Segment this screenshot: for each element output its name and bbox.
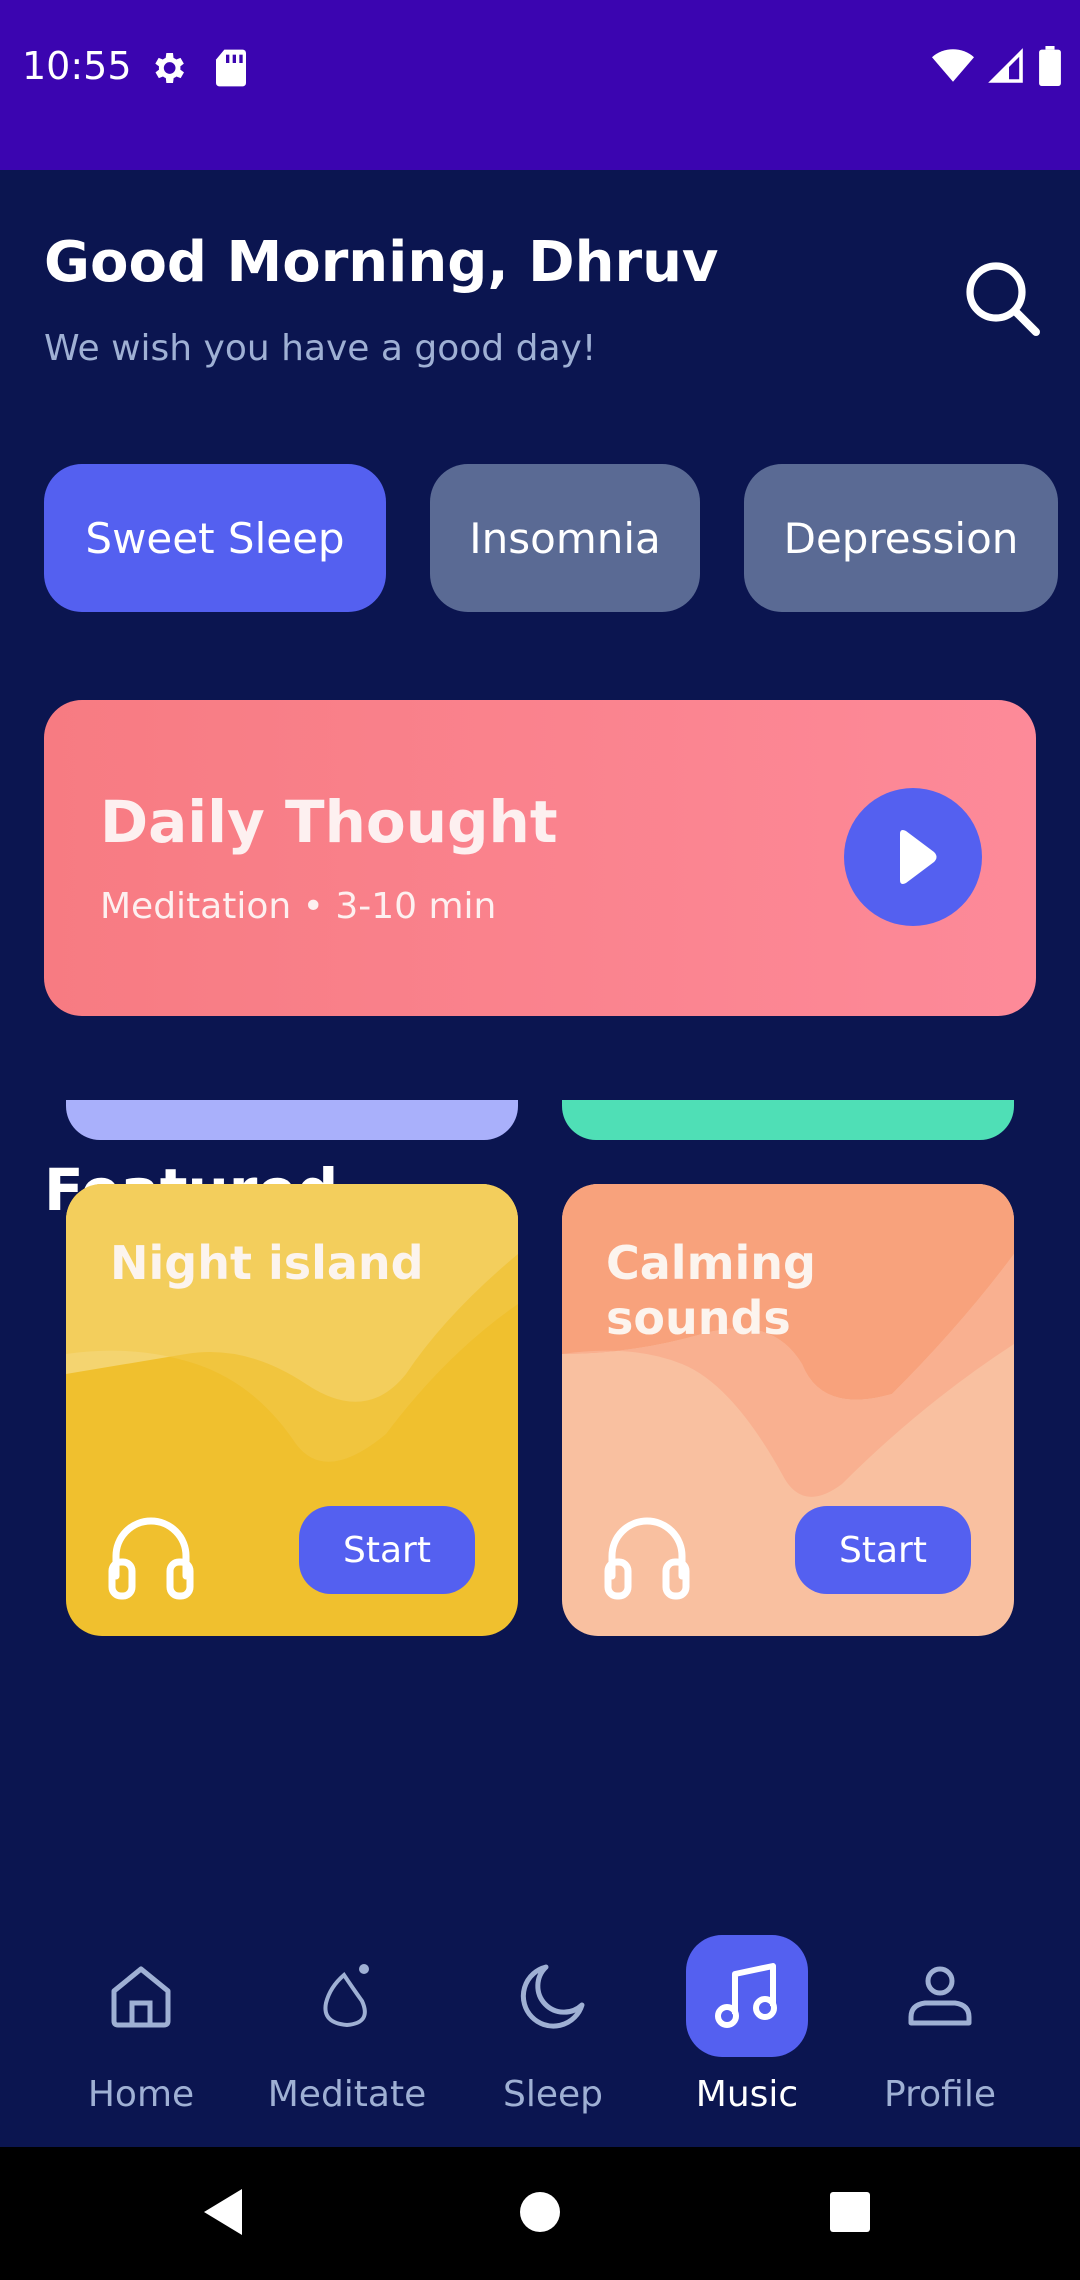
chip-sweet-sleep[interactable]: Sweet Sleep (44, 464, 386, 612)
featured-card-night-island[interactable]: Night island Start (66, 1184, 518, 1636)
nav-label: Sleep (502, 2074, 603, 2115)
start-button[interactable]: Start (299, 1506, 475, 1594)
nav-label: Music (695, 2074, 799, 2115)
nav-label: Profile (884, 2074, 996, 2115)
daily-thought-card[interactable]: Daily Thought Meditation • 3-10 min (44, 700, 1036, 1016)
featured-peek-card-left[interactable] (66, 1100, 518, 1140)
play-icon (900, 830, 937, 884)
status-time: 10:55 (22, 44, 132, 88)
headphones-icon (108, 1517, 194, 1600)
home-icon-wrapper (80, 1935, 202, 2057)
main-content: Good Morning, Dhruv We wish you have a g… (0, 170, 1080, 2147)
nav-item-home[interactable]: Home (56, 1910, 226, 2147)
signal-icon (988, 48, 1023, 83)
featured-card-title: Calming sounds (606, 1236, 816, 1346)
greeting-subtitle: We wish you have a good day! (44, 328, 597, 369)
meditate-icon-wrapper (286, 1935, 408, 2057)
moon-icon-wrapper (492, 1935, 614, 2057)
wifi-icon (932, 49, 974, 82)
status-bar: 10:55 (0, 0, 1080, 170)
greeting-title: Good Morning, Dhruv (44, 230, 719, 295)
nav-item-music[interactable]: Music (662, 1910, 832, 2147)
headphones-icon (604, 1517, 690, 1600)
system-nav-bar (0, 2147, 1080, 2280)
start-button[interactable]: Start (795, 1506, 971, 1594)
chip-insomnia[interactable]: Insomnia (430, 464, 700, 612)
chip-depression[interactable]: Depression (744, 464, 1058, 612)
moon-icon (520, 1964, 585, 2029)
bottom-nav: Home Meditate Sleep Music Profile (0, 1910, 1080, 2147)
profile-icon (908, 1966, 972, 2026)
nav-item-profile[interactable]: Profile (855, 1910, 1025, 2147)
music-note-icon (715, 1963, 777, 2028)
nav-item-meditate[interactable]: Meditate (262, 1910, 432, 2147)
recents-icon[interactable] (815, 2177, 885, 2247)
featured-card-calming-sounds[interactable]: Calming sounds Start (562, 1184, 1014, 1636)
nav-item-sleep[interactable]: Sleep (468, 1910, 638, 2147)
settings-icon (155, 53, 184, 83)
profile-icon-wrapper (879, 1935, 1001, 2057)
nav-label: Meditate (267, 2074, 427, 2115)
daily-thought-meta: Meditation • 3-10 min (100, 886, 497, 927)
back-icon[interactable] (190, 2177, 260, 2247)
play-button[interactable] (844, 788, 982, 926)
category-chips: Sweet Sleep Insomnia Depression (44, 464, 1080, 612)
meditate-icon (323, 1964, 369, 2028)
home-circle-icon[interactable] (505, 2177, 575, 2247)
daily-thought-title: Daily Thought (100, 788, 558, 856)
featured-peek-card-right[interactable] (562, 1100, 1014, 1140)
sd-card-icon (216, 49, 246, 87)
nav-label: Home (87, 2074, 195, 2115)
home-icon (111, 1966, 171, 2028)
featured-card-title: Night island (110, 1236, 424, 1290)
music-icon-wrapper (686, 1935, 808, 2057)
battery-icon (1039, 46, 1061, 86)
search-icon[interactable] (962, 258, 1042, 338)
